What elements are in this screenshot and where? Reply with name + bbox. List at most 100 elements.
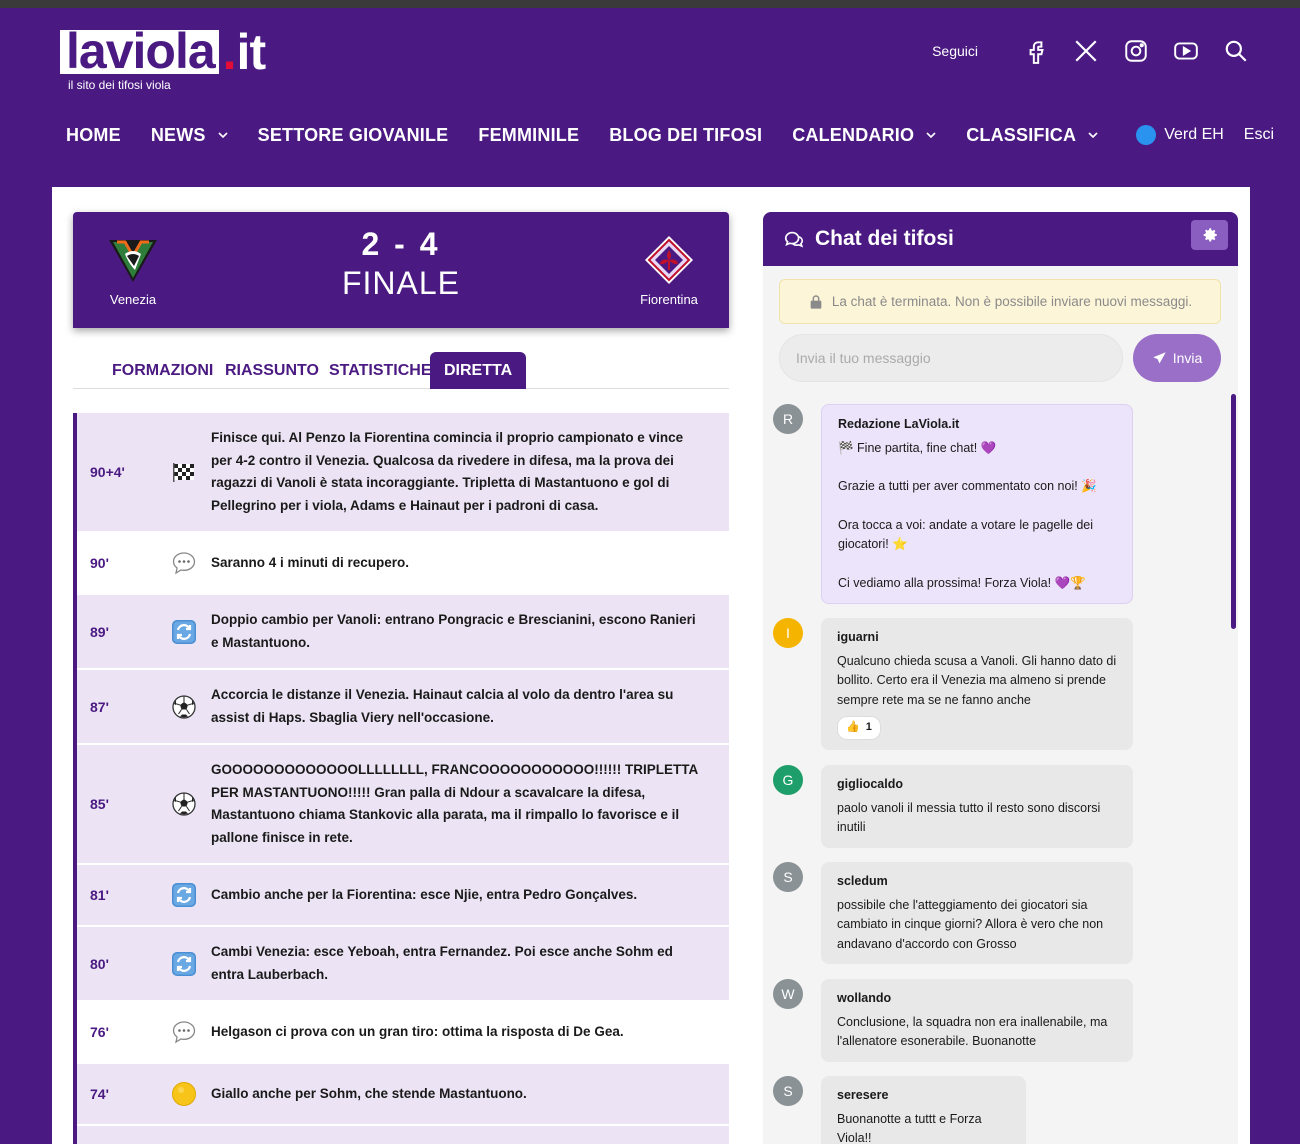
site-header: laviola .it il sito dei tifosi viola Segu… [0,8,1300,188]
chat-settings-button[interactable] [1191,220,1228,250]
logo-it: it [236,24,267,80]
scoreboard: Venezia 2 - 4 FINALE Fiorentina [73,212,729,328]
nav-item-femminile[interactable]: FEMMINILE [478,125,579,146]
chat-text: paolo vanoli il messia tutto il resto so… [837,800,1101,835]
event-text: Doppio cambio per Vanoli: entrano Pongra… [211,612,696,650]
event-minute: 89' [90,623,109,640]
nav-item-blog-dei-tifosi[interactable]: BLOG DEI TIFOSI [609,125,762,146]
send-label: Invia [1172,350,1203,366]
avatar[interactable]: W [773,979,803,1009]
fan-chat: Chat dei tifosi La chat è terminata. Non… [763,212,1238,1144]
chat-text: Ora tocca a voi: andate a votare le page… [838,517,1094,552]
avatar[interactable]: R [773,404,803,434]
chat-author[interactable]: iguarni [837,628,1117,648]
commentary-row: 73'Ammonito Njie, che non rispetta la di… [77,1126,729,1144]
nav-item-home[interactable]: HOME [66,125,121,146]
commentary-row: 87' Accorcia le distanze il Venezia. Hain… [77,670,729,745]
search-icon[interactable] [1222,37,1250,65]
event-text: Finisce qui. Al Penzo la Fiorentina comi… [211,430,684,513]
logout-link[interactable]: Esci [1244,126,1274,144]
nav-item-classifica[interactable]: CLASSIFICA [966,125,1098,146]
nav-item-settore-giovanile[interactable]: SETTORE GIOVANILE [258,125,449,146]
nav-item-calendario[interactable]: CALENDARIO [792,125,936,146]
avatar[interactable]: I [773,618,803,648]
fiorentina-crest-icon [643,234,695,286]
user-account[interactable]: Verd EH [1136,125,1224,145]
chat-closed-text: La chat è terminata. Non è possibile inv… [831,294,1193,309]
commentary-row: 90' Saranno 4 i minuti di recupero. [77,533,729,595]
thumbs-up-icon: 👍 [846,721,860,733]
substitution-icon [157,951,211,977]
reaction-count: 1 [865,721,872,733]
main-nav: HOME NEWS SETTORE GIOVANILE FEMMINILE BL… [66,120,1274,150]
commentary-row: 90+4' Finisce qui. Al Penzo la Fiorentina… [77,413,729,533]
event-minute: 81' [90,887,109,903]
away-team-name: Fiorentina [640,292,698,307]
youtube-icon[interactable] [1172,37,1200,65]
avatar[interactable]: G [773,765,803,795]
event-minute: 90+4' [90,464,125,480]
avatar[interactable]: S [773,862,803,892]
chat-text: Conclusione, la squadra non era inallena… [837,1014,1108,1049]
chat-bubble: scledum possibile che l'atteggiamento dei… [821,862,1133,964]
chat-bubbles-icon [784,231,804,248]
chat-send-button[interactable]: Invia [1133,334,1221,382]
tab-statistiche[interactable]: STATISTICHE [315,352,446,389]
chat-bubble: iguarni Qualcuno chieda scusa a Vanoli. G… [821,618,1133,750]
chat-author[interactable]: scledum [837,872,1117,892]
chat-text: possibile che l'atteggiamento dei giocat… [837,897,1104,951]
follow-label: Seguici [932,43,978,59]
chat-author[interactable]: seresere [837,1086,1010,1106]
away-team[interactable]: Fiorentina [624,234,714,307]
chat-author[interactable]: gigliocaldo [837,775,1117,795]
tab-diretta[interactable]: DIRETTA [430,352,527,389]
gear-icon [1203,228,1217,242]
match-tabs: FORMAZIONI RIASSUNTO STATISTICHE DIRETTA [73,352,729,389]
site-logo[interactable]: laviola .it il sito dei tifosi viola [60,24,267,92]
chat-scrollbar[interactable] [1231,394,1236,629]
event-text: Giallo anche per Sohm, che stende Mastan… [211,1085,527,1101]
soccer-ball-icon [157,791,211,817]
chevron-down-icon [1088,132,1098,139]
chat-author[interactable]: Redazione LaViola.it [838,415,1116,435]
commentary-row: 76' Helgason ci prova con un gran tiro: o… [77,1002,729,1064]
event-minute: 80' [90,955,109,972]
facebook-icon[interactable] [1022,37,1050,65]
nav-item-news[interactable]: NEWS [151,125,228,146]
chat-message-input[interactable] [779,334,1123,382]
avatar[interactable]: S [773,1076,803,1106]
chat-author[interactable]: wollando [837,989,1117,1009]
tab-formazioni[interactable]: FORMAZIONI [98,352,227,389]
substitution-icon [157,619,211,645]
yellow-card-icon [157,1081,211,1107]
chat-title: Chat dei tifosi [815,227,954,250]
commentary-row: 89' Doppio cambio per Vanoli: entrano Pon… [77,595,729,670]
event-minute: 74' [90,1086,109,1102]
chevron-down-icon [926,132,936,139]
chat-closed-notice: La chat è terminata. Non è possibile inv… [779,279,1221,324]
event-text: Accorcia le distanze il Venezia. Hainaut… [211,687,674,725]
instagram-icon[interactable] [1122,37,1150,65]
site-tagline: il sito dei tifosi viola [68,78,171,92]
checkered-flag-icon [157,459,211,485]
event-text: Helgason ci prova con un gran tiro: otti… [211,1023,624,1039]
reaction-badge[interactable]: 👍 1 [837,716,881,740]
x-twitter-icon[interactable] [1072,37,1100,65]
event-minute: 87' [90,698,109,715]
chat-text: Grazie a tutti per aver commentato con n… [838,479,1097,493]
chat-bubble: seresere Buonanotte a tuttt e Forza Viola… [821,1076,1026,1144]
event-text: Cambio anche per la Fiorentina: esce Nji… [211,886,638,902]
chat-text: Buonanotte a tuttt e Forza Viola!! [837,1111,982,1144]
commentary-row: 74' Giallo anche per Sohm, che stende Mas… [77,1064,729,1126]
substitution-icon [157,882,211,908]
speech-bubble-icon [157,1019,211,1045]
event-text: Saranno 4 i minuti di recupero. [211,554,410,570]
lock-icon [810,294,822,309]
event-text: GOOOOOOOOOOOOOLLLLLLLL, FRANCOOOOOOOOOOO… [211,762,698,845]
chat-header: Chat dei tifosi [763,212,1238,266]
commentary-row: 81' Cambio anche per la Fiorentina: esce … [77,865,729,927]
commentary-row: 80' Cambi Venezia: esce Yeboah, entra Fer… [77,927,729,1002]
